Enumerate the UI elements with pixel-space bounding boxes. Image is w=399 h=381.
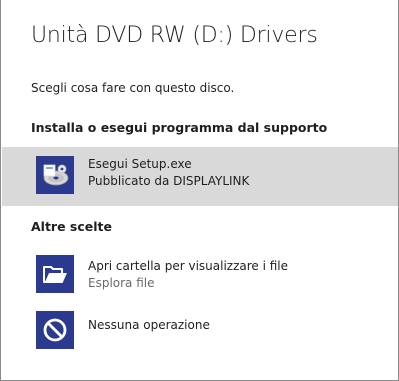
setup-disc-icon [36,156,74,194]
autoplay-dialog: Unità DVD RW (D:) Drivers Scegli cosa fa… [0,0,399,381]
option-run-setup-publisher: Pubblicato da DISPLAYLINK [88,174,250,188]
option-open-folder[interactable]: Apri cartella per visualizzare i file Es… [2,247,398,304]
option-run-setup-label: Esegui Setup.exe [88,157,192,171]
no-action-icon [36,311,74,349]
option-open-folder-label: Apri cartella per visualizzare i file [88,259,289,273]
section-header-other: Altre scelte [31,219,112,234]
section-header-install: Installa o esegui programma dal supporto [31,120,328,135]
option-open-folder-app: Esplora file [88,276,155,290]
option-no-action-label: Nessuna operazione [88,318,210,332]
option-run-setup[interactable]: Esegui Setup.exe Pubblicato da DISPLAYLI… [2,147,398,206]
folder-open-icon [36,255,74,293]
dialog-prompt: Scegli cosa fare con questo disco. [31,81,235,95]
dialog-title: Unità DVD RW (D:) Drivers [31,23,318,48]
option-open-folder-text: Apri cartella per visualizzare i file Es… [88,258,288,292]
option-no-action[interactable]: Nessuna operazione [2,306,398,352]
option-run-setup-text: Esegui Setup.exe Pubblicato da DISPLAYLI… [88,156,249,190]
option-no-action-text: Nessuna operazione [88,317,210,334]
